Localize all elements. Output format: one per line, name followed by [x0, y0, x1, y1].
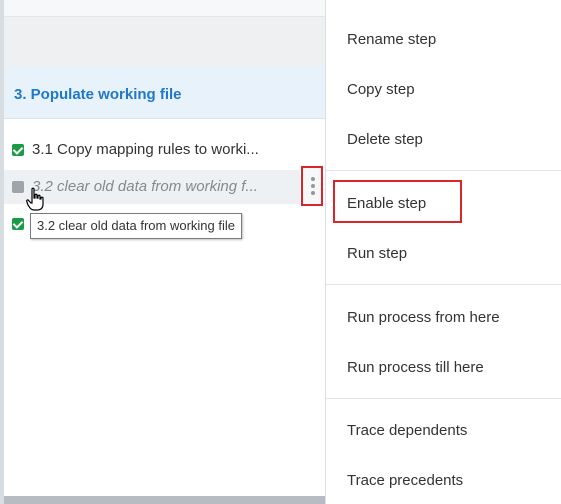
panel-header-band: [4, 17, 325, 67]
menu-divider: [326, 170, 561, 171]
step-row-3-1[interactable]: 3.1 Copy mapping rules to worki...: [4, 133, 325, 167]
process-steps-panel: 3. Populate working file 3.1 Copy mappin…: [0, 0, 325, 504]
menu-item-rename-step[interactable]: Rename step: [347, 31, 436, 48]
menu-divider: [326, 398, 561, 399]
more-vertical-icon[interactable]: [301, 166, 323, 206]
section-title[interactable]: 3. Populate working file: [14, 86, 182, 103]
menu-item-copy-step[interactable]: Copy step: [347, 81, 415, 98]
menu-item-trace-dependents[interactable]: Trace dependents: [347, 422, 467, 439]
menu-item-delete-step[interactable]: Delete step: [347, 131, 423, 148]
step-row-3-2[interactable]: 3.2 clear old data from working f...: [4, 170, 300, 204]
menu-item-run-step[interactable]: Run step: [347, 245, 407, 262]
hand-cursor-icon: [26, 187, 44, 211]
more-dot: [311, 184, 315, 188]
checkbox-checked-icon[interactable]: [12, 218, 24, 230]
context-menu: Rename step Copy step Delete step Enable…: [325, 0, 561, 504]
more-dot: [311, 177, 315, 181]
menu-item-run-process-till-here[interactable]: Run process till here: [347, 359, 484, 376]
checkbox-disabled-icon[interactable]: [12, 181, 24, 193]
top-strip: [4, 0, 325, 17]
checkbox-checked-icon[interactable]: [12, 144, 24, 156]
horizontal-scrollbar[interactable]: [4, 496, 325, 504]
step-label[interactable]: 3.1 Copy mapping rules to worki...: [32, 141, 259, 158]
more-dot: [311, 191, 315, 195]
tooltip: 3.2 clear old data from working file: [30, 213, 242, 239]
step-label[interactable]: 3.2 clear old data from working f...: [32, 178, 258, 195]
menu-item-trace-precedents[interactable]: Trace precedents: [347, 472, 463, 489]
menu-item-enable-step[interactable]: Enable step: [347, 195, 426, 212]
menu-divider: [326, 284, 561, 285]
menu-item-run-process-from-here[interactable]: Run process from here: [347, 309, 500, 326]
